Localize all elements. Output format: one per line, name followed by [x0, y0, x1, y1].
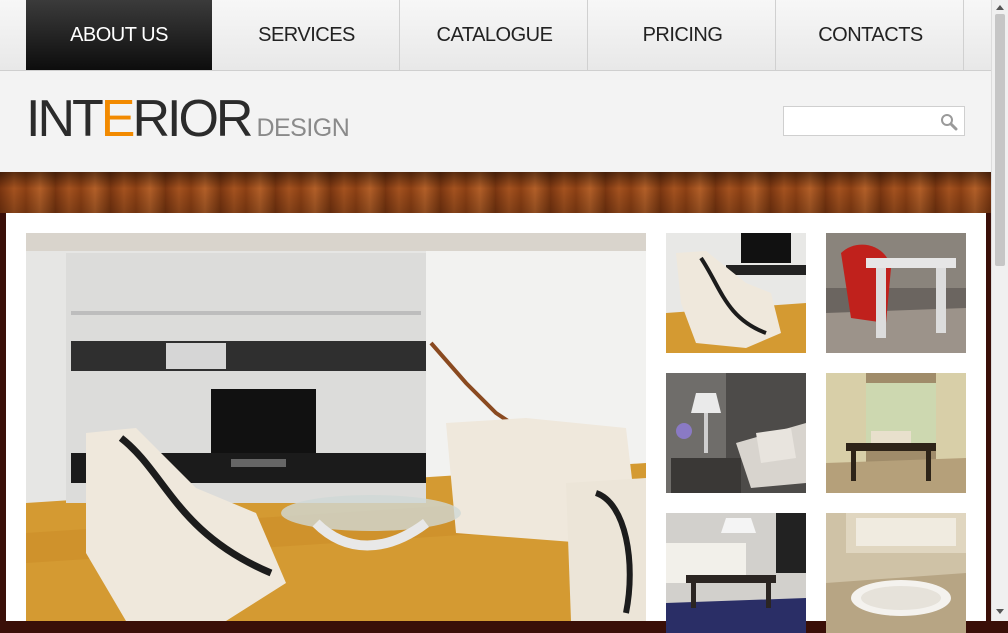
- scroll-down-arrow-icon[interactable]: [996, 609, 1004, 614]
- site-header: INTERIOR DESIGN: [0, 71, 991, 172]
- nav-services[interactable]: SERVICES: [214, 0, 400, 70]
- gallery-thumb-5[interactable]: [666, 513, 806, 633]
- logo-subtitle: DESIGN: [256, 114, 350, 142]
- search-input[interactable]: [790, 108, 942, 136]
- logo-main-text: INTERIOR: [26, 90, 253, 148]
- wood-banner-shade: [0, 172, 991, 213]
- logo-text-part2: RIOR: [132, 90, 253, 148]
- main-nav: ABOUT US SERVICES CATALOGUE PRICING CONT…: [0, 0, 991, 71]
- scroll-up-arrow-icon[interactable]: [996, 5, 1004, 10]
- gallery-thumb-4[interactable]: [826, 373, 966, 493]
- gallery-thumb-6[interactable]: [826, 513, 966, 633]
- nav-pricing[interactable]: PRICING: [590, 0, 776, 70]
- search-box: [783, 106, 965, 136]
- site-logo[interactable]: INTERIOR DESIGN: [26, 90, 350, 148]
- gallery-thumb-2[interactable]: [826, 233, 966, 353]
- logo-text-accent: E: [100, 90, 136, 148]
- search-icon[interactable]: [940, 113, 958, 131]
- gallery-thumb-1[interactable]: [666, 233, 806, 353]
- hero-image[interactable]: [26, 233, 646, 621]
- gallery-thumb-3[interactable]: [666, 373, 806, 493]
- nav-about-us[interactable]: ABOUT US: [26, 0, 212, 70]
- content-area: [6, 213, 986, 633]
- nav-contacts[interactable]: CONTACTS: [778, 0, 964, 70]
- nav-catalogue[interactable]: CATALOGUE: [402, 0, 588, 70]
- scroll-thumb[interactable]: [995, 14, 1005, 266]
- logo-text-part1: INT: [26, 90, 104, 148]
- page-scrollbar[interactable]: [991, 0, 1008, 621]
